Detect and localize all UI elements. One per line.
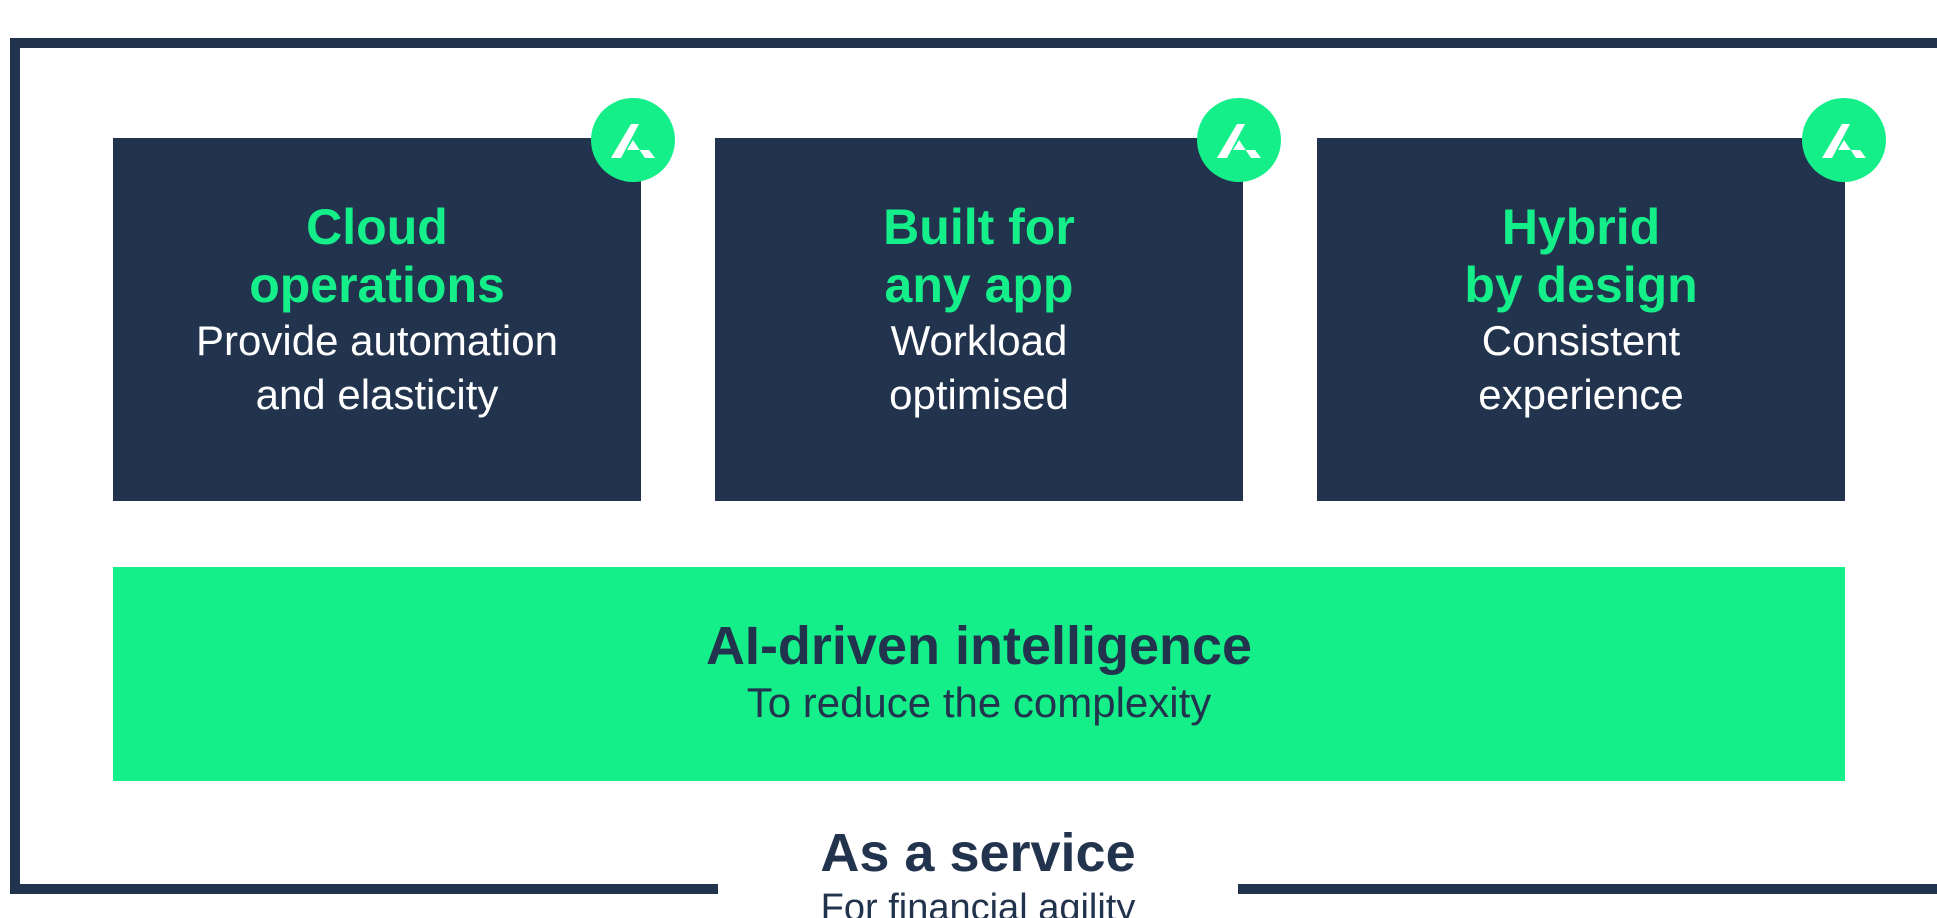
card-hybrid-by-design: Hybrid by design Consistent experience: [1317, 138, 1845, 501]
card-subtitle: Consistent experience: [1478, 317, 1684, 418]
diagram-canvas: Cloud operations Provide automation and …: [0, 0, 1937, 918]
ai-bar-title: AI-driven intelligence: [705, 616, 1253, 676]
card-title: Built for any app: [883, 199, 1075, 313]
ai-intelligence-bar: AI-driven intelligence To reduce the com…: [113, 567, 1845, 781]
ai-bar-subtitle: To reduce the complexity: [746, 679, 1212, 726]
card-cloud-operations: Cloud operations Provide automation and …: [113, 138, 641, 501]
card-title: Hybrid by design: [1464, 199, 1698, 313]
logo-mark-icon: [1802, 98, 1886, 182]
card-subtitle: Workload optimised: [889, 317, 1069, 418]
logo-mark-icon: [1197, 98, 1281, 182]
logo-mark-icon: [591, 98, 675, 182]
card-built-for-any-app: Built for any app Workload optimised: [715, 138, 1243, 501]
service-label: As a service For financial agility: [718, 822, 1238, 918]
service-title: As a service: [820, 823, 1136, 883]
service-subtitle: For financial agility: [820, 887, 1136, 918]
card-title: Cloud operations: [249, 199, 505, 313]
card-subtitle: Provide automation and elasticity: [196, 317, 558, 418]
